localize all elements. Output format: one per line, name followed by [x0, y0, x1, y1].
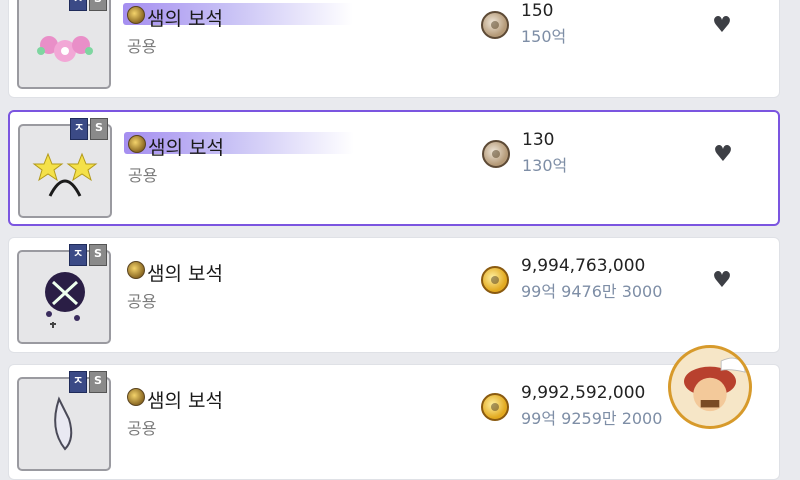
item-name: 샘의 보석	[147, 8, 223, 30]
heart-icon[interactable]: ♥	[711, 15, 733, 37]
item-price: 9,992,592,000	[521, 383, 646, 403]
item-price: 150	[521, 1, 554, 21]
meso-coin-icon	[481, 393, 509, 421]
star-headband-icon	[32, 152, 98, 197]
item-price-korean: 130억	[522, 156, 568, 175]
item-card-selected[interactable]: ㅈ S 샘의 보석 공용 130 130억 ♥	[8, 110, 780, 226]
item-price: 130	[522, 130, 555, 150]
dark-orb-icon	[45, 272, 85, 328]
item-icon-frame: ㅈ S	[18, 118, 112, 218]
item-card[interactable]: ㅈ S 샘의 보석 공용 9,992,592,000 99억 9259만 200…	[8, 364, 780, 480]
item-icon-frame: ㅈ S	[17, 244, 111, 344]
item-name: 샘의 보석	[148, 137, 224, 159]
item-name: 샘의 보석	[147, 390, 223, 412]
item-price-korean: 150억	[521, 27, 567, 46]
item-icon-frame: ㅈ S	[17, 0, 111, 89]
item-icon-frame: ㅈ S	[17, 371, 111, 471]
item-price-korean: 99억 9259만 2000	[521, 409, 663, 428]
heart-icon[interactable]: ♥	[711, 270, 733, 292]
item-name-row: 샘의 보석	[124, 130, 354, 159]
item-category: 공용	[127, 292, 157, 311]
gem-icon	[128, 135, 146, 153]
meso-coin-icon	[482, 140, 510, 168]
item-category: 공용	[127, 419, 157, 438]
item-price: 9,994,763,000	[521, 256, 646, 276]
item-name: 샘의 보석	[147, 263, 223, 285]
gem-icon	[127, 261, 145, 279]
silver-feather-icon	[54, 396, 73, 451]
heart-icon[interactable]: ♥	[712, 144, 734, 166]
item-name-row: 샘의 보석	[123, 1, 353, 30]
meso-coin-icon	[481, 11, 509, 39]
gem-icon	[127, 388, 145, 406]
item-name-row: 샘의 보석	[123, 383, 353, 412]
item-card[interactable]: ㅈ S 샘의 보석 공용 150 150억 ♥	[8, 0, 780, 98]
item-price-korean: 99억 9476만 3000	[521, 282, 663, 301]
item-name-row: 샘의 보석	[123, 256, 353, 285]
item-category: 공용	[128, 166, 158, 185]
character-avatar-icon[interactable]	[668, 345, 752, 429]
item-card[interactable]: ㅈ S 샘의 보석 공용 9,994,763,000 99억 9476만 300…	[8, 237, 780, 353]
gem-icon	[127, 6, 145, 24]
meso-coin-icon	[481, 266, 509, 294]
item-category: 공용	[127, 37, 157, 56]
flower-hairband-icon	[37, 36, 93, 62]
